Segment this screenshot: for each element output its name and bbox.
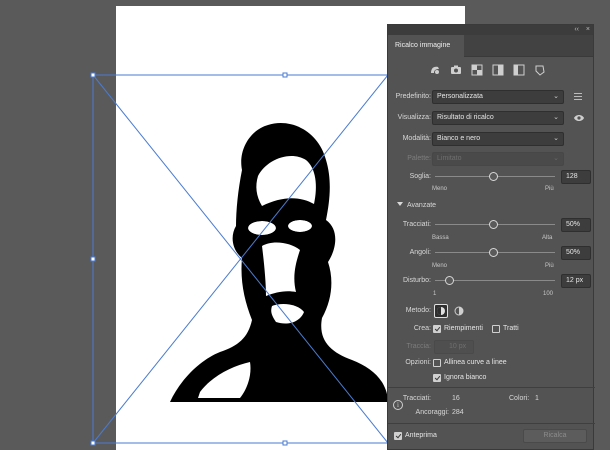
preset-manager-icon[interactable]	[574, 93, 582, 100]
mode-value: Bianco e nero	[437, 135, 481, 142]
palette-label: Palette:	[407, 155, 431, 162]
chevron-down-icon: ⌄	[553, 155, 559, 162]
stroke-label: Traccia:	[406, 343, 431, 350]
handle-top-center[interactable]	[282, 72, 288, 78]
palette-dropdown: Limitato ⌄	[432, 152, 564, 166]
noise-label: Disturbo:	[402, 277, 431, 284]
low-color-icon[interactable]	[470, 63, 484, 77]
tab-image-trace[interactable]: Ricalco immagine	[388, 35, 464, 57]
stroke-value: 10 px	[449, 343, 467, 350]
panel-title-bar[interactable]: ‹‹ ×	[388, 25, 593, 35]
noise-row: Disturbo: 12 px	[388, 274, 595, 288]
divider	[388, 423, 595, 424]
camera-icon[interactable]	[449, 63, 463, 77]
paths-slider-thumb[interactable]	[489, 220, 498, 229]
stroke-row: Traccia: 10 px	[388, 340, 595, 354]
corners-slider-thumb[interactable]	[489, 248, 498, 257]
threshold-slider-thumb[interactable]	[489, 172, 498, 181]
stroke-input: 10 px	[434, 340, 474, 354]
paths-label: Tracciati:	[402, 221, 431, 228]
chevron-down-icon: ⌄	[553, 93, 559, 100]
noise-input[interactable]: 12 px	[561, 274, 591, 288]
corners-label: Angoli:	[409, 249, 431, 256]
preset-label: Predefinito:	[395, 93, 431, 100]
black-white-icon[interactable]	[512, 63, 526, 77]
preview-checkbox[interactable]	[394, 432, 402, 440]
chevron-down-icon: ⌄	[553, 114, 559, 121]
noise-min-label: 1	[433, 291, 437, 297]
options-label: Opzioni:	[405, 359, 431, 366]
preset-dropdown[interactable]: Personalizzata ⌄	[432, 90, 564, 104]
chevron-down-icon: ⌄	[553, 135, 559, 142]
paths-max-label: Alta	[542, 235, 553, 241]
mode-row: Modalità: Bianco e nero ⌄	[388, 132, 595, 146]
noise-max-label: 100	[543, 291, 554, 297]
advanced-label: Avanzate	[407, 202, 437, 209]
preset-value: Personalizzata	[437, 93, 483, 100]
method-abutting-button[interactable]	[434, 304, 448, 318]
paths-input[interactable]: 50%	[561, 218, 591, 232]
info-paths-label: Tracciati:	[402, 395, 431, 402]
handle-top-left[interactable]	[90, 72, 96, 78]
corners-min-label: Meno	[432, 263, 448, 269]
preset-icons	[428, 63, 547, 77]
eye-icon[interactable]	[574, 114, 584, 124]
create-row: Crea: Riempimenti Tratti	[388, 322, 595, 336]
grayscale-icon[interactable]	[491, 63, 505, 77]
close-icon[interactable]: ×	[586, 25, 590, 35]
mode-label: Modalità:	[402, 135, 431, 142]
handle-bottom-center[interactable]	[282, 440, 288, 446]
threshold-row: Soglia: 128	[388, 170, 595, 184]
palette-row: Palette: Limitato ⌄	[388, 152, 595, 166]
divider	[388, 387, 595, 388]
info-colors-label: Colori:	[509, 395, 530, 402]
info-anchors-value: 284	[452, 409, 464, 416]
fills-checkbox[interactable]	[433, 325, 441, 333]
auto-color-icon[interactable]	[428, 63, 442, 77]
create-label: Crea:	[413, 325, 431, 332]
view-row: Visualizza: Risultato di ricalco ⌄	[388, 111, 595, 125]
threshold-max-label: Più	[545, 186, 554, 192]
options-row: Opzioni: Allinea curve a linee	[388, 356, 595, 370]
handle-bottom-left[interactable]	[90, 440, 96, 446]
noise-slider-thumb[interactable]	[445, 276, 454, 285]
outline-icon[interactable]	[533, 63, 547, 77]
corners-max-label: Più	[545, 263, 554, 269]
threshold-label: Soglia:	[409, 173, 431, 180]
triangle-down-icon	[397, 202, 403, 206]
corners-row: Angoli: 50%	[388, 246, 595, 260]
trace-button: Ricalca	[523, 429, 587, 443]
image-trace-panel: ‹‹ × Ricalco immagine Predefinito: Perso…	[387, 24, 595, 450]
method-overlapping-button[interactable]	[452, 304, 466, 318]
method-label: Metodo:	[405, 307, 431, 314]
preset-row: Predefinito: Personalizzata ⌄	[388, 90, 595, 104]
mode-dropdown[interactable]: Bianco e nero ⌄	[432, 132, 564, 146]
info-paths-value: 16	[452, 395, 460, 402]
ignore-white-label: Ignora bianco	[444, 374, 487, 381]
threshold-input[interactable]: 128	[561, 170, 591, 184]
handle-middle-left[interactable]	[90, 256, 96, 262]
paths-min-label: Bassa	[432, 235, 449, 241]
corners-input[interactable]: 50%	[561, 246, 591, 260]
strokes-label: Tratti	[503, 325, 519, 332]
view-value: Risultato di ricalco	[437, 114, 494, 121]
collapse-icon[interactable]: ‹‹	[574, 25, 579, 35]
info-anchors-label: Ancoraggi:	[415, 409, 449, 416]
threshold-min-label: Meno	[432, 186, 448, 192]
method-row: Metodo:	[388, 304, 595, 318]
fills-label: Riempimenti	[444, 325, 483, 332]
ignore-white-checkbox[interactable]	[433, 374, 441, 382]
snap-curves-checkbox[interactable]	[433, 359, 441, 367]
panel-tab-row: Ricalco immagine	[388, 35, 593, 57]
snap-curves-label: Allinea curve a linee	[444, 359, 507, 366]
view-dropdown[interactable]: Risultato di ricalco ⌄	[432, 111, 564, 125]
advanced-toggle[interactable]: Avanzate	[397, 201, 436, 211]
paths-row: Tracciati: 50%	[388, 218, 595, 232]
preview-label: Anteprima	[405, 432, 437, 439]
info-colors-value: 1	[535, 395, 539, 402]
view-label: Visualizza:	[397, 114, 431, 121]
strokes-checkbox[interactable]	[492, 325, 500, 333]
palette-value: Limitato	[437, 155, 462, 162]
